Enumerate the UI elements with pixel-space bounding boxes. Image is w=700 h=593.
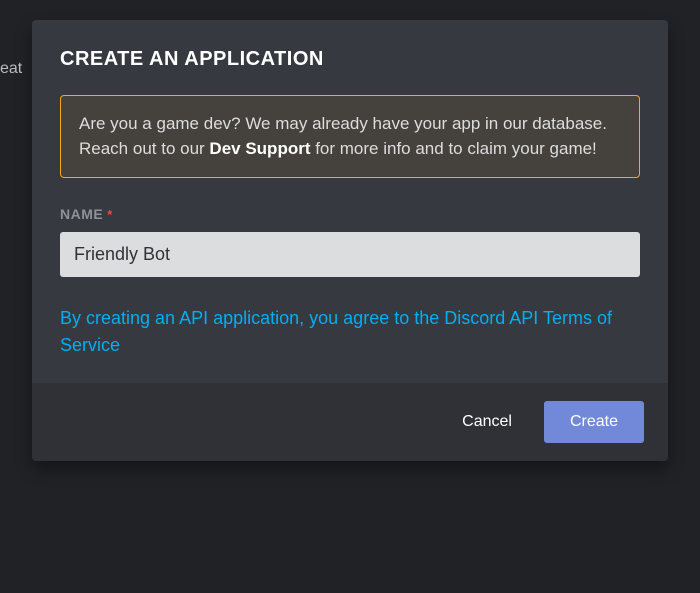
- notice-bold: Dev Support: [209, 139, 310, 158]
- required-asterisk-icon: *: [107, 207, 112, 222]
- modal-body: CREATE AN APPLICATION Are you a game dev…: [32, 20, 668, 383]
- notice-text-suffix: for more info and to claim your game!: [310, 139, 596, 158]
- modal-footer: Cancel Create: [32, 383, 668, 461]
- dev-support-notice: Are you a game dev? We may already have …: [60, 95, 640, 178]
- modal-title: CREATE AN APPLICATION: [60, 48, 640, 71]
- tos-link[interactable]: By creating an API application, you agre…: [60, 305, 640, 359]
- create-application-modal: CREATE AN APPLICATION Are you a game dev…: [32, 20, 668, 461]
- create-button[interactable]: Create: [544, 401, 644, 443]
- name-input[interactable]: [60, 232, 640, 277]
- cancel-button[interactable]: Cancel: [442, 403, 532, 441]
- name-field-label-row: NAME *: [60, 206, 640, 222]
- name-field-label: NAME: [60, 206, 103, 222]
- background-text-fragment: eat: [0, 60, 22, 78]
